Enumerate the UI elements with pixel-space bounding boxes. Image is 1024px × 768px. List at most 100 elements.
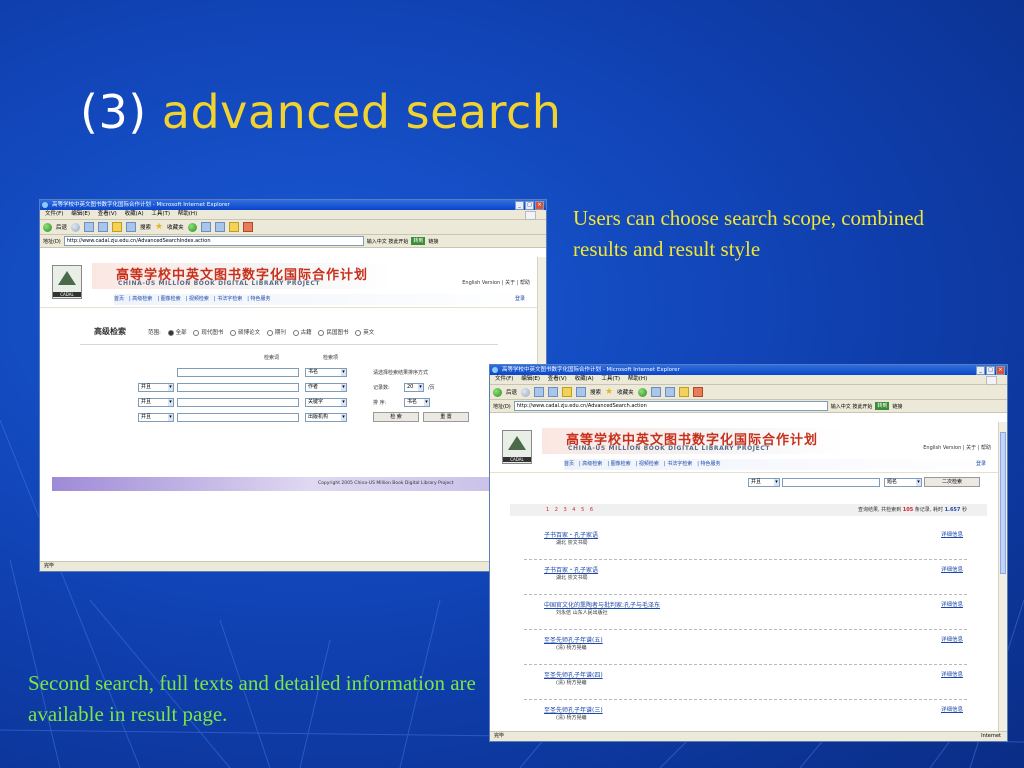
favorites-icon[interactable]: ★ bbox=[605, 387, 613, 397]
back-label[interactable]: 后退 bbox=[506, 388, 517, 396]
second-search-field-select[interactable]: 题名 bbox=[884, 478, 922, 487]
logic-select-3[interactable]: 并且 bbox=[138, 398, 174, 407]
keyword-input-4[interactable] bbox=[177, 413, 299, 422]
minimize-button[interactable]: _ bbox=[515, 201, 524, 210]
back-icon[interactable] bbox=[43, 222, 52, 232]
close-button[interactable]: × bbox=[996, 366, 1005, 375]
minimize-button[interactable]: _ bbox=[976, 366, 985, 375]
search-button[interactable]: 检 索 bbox=[373, 412, 419, 422]
home-icon[interactable] bbox=[112, 222, 123, 232]
detail-link[interactable]: 详细信息 bbox=[941, 670, 963, 678]
refresh-icon[interactable] bbox=[548, 387, 559, 397]
menu-file[interactable]: 文件(F) bbox=[45, 211, 63, 217]
folder-icon[interactable] bbox=[678, 387, 689, 397]
records-select[interactable]: 20 bbox=[404, 383, 424, 392]
nav-home[interactable]: 首页 bbox=[564, 461, 574, 467]
media-icon[interactable] bbox=[637, 387, 647, 397]
language-links[interactable]: English Version | 关于 | 帮助 bbox=[462, 279, 530, 286]
favorites-icon[interactable]: ★ bbox=[155, 222, 163, 232]
scope-radio-modern-books[interactable] bbox=[193, 329, 200, 336]
keyword-input-1[interactable] bbox=[177, 368, 299, 377]
keyword-input-3[interactable] bbox=[177, 398, 299, 407]
field-select-3[interactable]: 关键字 bbox=[305, 398, 347, 407]
back-icon[interactable] bbox=[493, 387, 502, 397]
nav-advanced-search[interactable]: 高级检索 bbox=[582, 461, 602, 467]
favorites-label[interactable]: 收藏夹 bbox=[617, 388, 634, 396]
maximize-button[interactable]: □ bbox=[525, 201, 534, 210]
detail-link[interactable]: 详细信息 bbox=[941, 705, 963, 713]
search-label[interactable]: 搜索 bbox=[140, 223, 151, 231]
print-icon[interactable] bbox=[214, 222, 225, 232]
search-label[interactable]: 搜索 bbox=[590, 388, 601, 396]
nav-special-services[interactable]: 特色服务 bbox=[700, 461, 720, 467]
nav-image-search[interactable]: 图像检索 bbox=[611, 461, 631, 467]
scope-radio-journals[interactable] bbox=[266, 329, 273, 336]
result-title-link[interactable]: 子书百家・孔子家语 bbox=[544, 530, 598, 539]
back-label[interactable]: 后退 bbox=[56, 223, 67, 231]
search-icon[interactable] bbox=[126, 222, 137, 232]
menu-help[interactable]: 帮助(H) bbox=[178, 211, 197, 217]
keyword-input-2[interactable] bbox=[177, 383, 299, 392]
links-button[interactable]: 链接 bbox=[892, 403, 902, 410]
mail-icon[interactable] bbox=[200, 222, 211, 232]
media-icon[interactable] bbox=[187, 222, 197, 232]
menu-tools[interactable]: 工具(T) bbox=[601, 376, 620, 382]
forward-icon[interactable] bbox=[71, 222, 81, 232]
menu-file[interactable]: 文件(F) bbox=[495, 376, 513, 382]
maximize-button[interactable]: □ bbox=[986, 366, 995, 375]
search-icon[interactable] bbox=[576, 387, 587, 397]
nav-video-search[interactable]: 视频检索 bbox=[639, 461, 659, 467]
messenger-icon[interactable] bbox=[242, 222, 253, 232]
forward-icon[interactable] bbox=[521, 387, 531, 397]
nav-advanced-search[interactable]: 高级检索 bbox=[132, 296, 152, 302]
favorites-label[interactable]: 收藏夹 bbox=[167, 223, 184, 231]
print-icon[interactable] bbox=[664, 387, 675, 397]
scope-radio-all[interactable] bbox=[167, 329, 174, 336]
login-link[interactable]: 登录 bbox=[976, 459, 986, 470]
nav-home[interactable]: 首页 bbox=[114, 296, 124, 302]
refresh-icon[interactable] bbox=[98, 222, 109, 232]
address-input[interactable]: http://www.cadal.zju.edu.cn/AdvancedSear… bbox=[63, 236, 364, 246]
vertical-scrollbar[interactable] bbox=[998, 422, 1007, 732]
second-search-button[interactable]: 二次检索 bbox=[924, 477, 980, 487]
stop-icon[interactable] bbox=[84, 222, 95, 232]
home-icon[interactable] bbox=[562, 387, 573, 397]
menu-favorites[interactable]: 收藏(A) bbox=[125, 211, 144, 217]
second-search-logic-select[interactable]: 并且 bbox=[748, 478, 780, 487]
scrollbar-thumb[interactable] bbox=[1000, 432, 1006, 574]
detail-link[interactable]: 详细信息 bbox=[941, 530, 963, 538]
result-title-link[interactable]: 至圣先师孔子年谱(三) bbox=[544, 705, 603, 714]
links-button[interactable]: 链接 bbox=[428, 238, 438, 245]
detail-link[interactable]: 详细信息 bbox=[941, 565, 963, 573]
stop-icon[interactable] bbox=[534, 387, 545, 397]
nav-image-search[interactable]: 图像检索 bbox=[161, 296, 181, 302]
pagination[interactable]: 1 2 3 4 5 6 bbox=[546, 504, 595, 516]
field-select-4[interactable]: 出版机构 bbox=[305, 413, 347, 422]
detail-link[interactable]: 详细信息 bbox=[941, 635, 963, 643]
result-title-link[interactable]: 中国官文化的熏陶者与批判家:孔子与毛泽东 bbox=[544, 600, 660, 609]
result-title-link[interactable]: 子书百家・孔子家语 bbox=[544, 565, 598, 574]
go-button[interactable]: 转到 bbox=[875, 402, 890, 410]
scope-radio-theses[interactable] bbox=[230, 329, 237, 336]
nav-special-services[interactable]: 特色服务 bbox=[250, 296, 270, 302]
scope-radio-republican-books[interactable] bbox=[318, 329, 325, 336]
menu-edit[interactable]: 编辑(E) bbox=[521, 376, 540, 382]
result-title-link[interactable]: 至圣先师孔子年谱(五) bbox=[544, 635, 603, 644]
go-button[interactable]: 转到 bbox=[411, 237, 426, 245]
mail-icon[interactable] bbox=[650, 387, 661, 397]
order-select[interactable]: 书名 bbox=[404, 398, 430, 407]
detail-link[interactable]: 详细信息 bbox=[941, 600, 963, 608]
address-input[interactable]: http://www.cadal.zju.edu.cn/AdvancedSear… bbox=[513, 401, 828, 411]
logic-select-4[interactable]: 并且 bbox=[138, 413, 174, 422]
login-link[interactable]: 登录 bbox=[515, 294, 525, 305]
reset-button[interactable]: 重 置 bbox=[423, 412, 469, 422]
messenger-icon[interactable] bbox=[692, 387, 703, 397]
close-button[interactable]: × bbox=[535, 201, 544, 210]
nav-calligraphy-search[interactable]: 书法字检索 bbox=[217, 296, 242, 302]
menu-view[interactable]: 查看(V) bbox=[548, 376, 567, 382]
language-links[interactable]: English Version | 关于 | 帮助 bbox=[923, 444, 991, 451]
scope-radio-english[interactable] bbox=[355, 329, 362, 336]
menu-tools[interactable]: 工具(T) bbox=[151, 211, 170, 217]
nav-video-search[interactable]: 视频检索 bbox=[189, 296, 209, 302]
logic-select-2[interactable]: 并且 bbox=[138, 383, 174, 392]
